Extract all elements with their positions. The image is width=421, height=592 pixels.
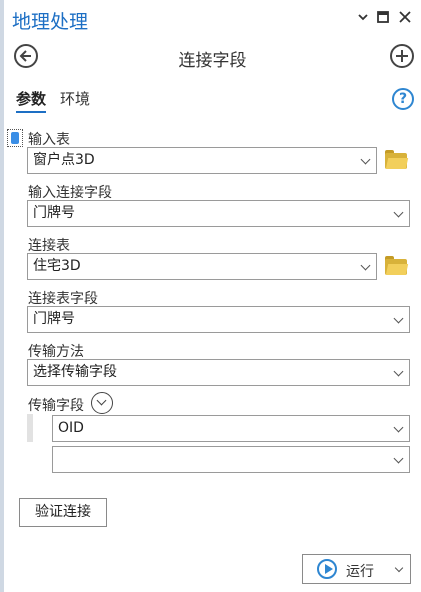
chevron-down-icon[interactable] (354, 10, 372, 28)
join-table-field-label: 连接表字段 (28, 291, 98, 307)
run-label: 运行 (346, 564, 374, 580)
transfer-method-label: 传输方法 (28, 344, 84, 360)
title-bar: 地理处理 (4, 0, 421, 38)
join-table-label: 连接表 (28, 238, 70, 254)
folder-icon[interactable] (385, 150, 409, 169)
input-join-field-dropdown[interactable]: 门牌号 (27, 200, 410, 227)
tab-parameters[interactable]: 参数 (16, 88, 47, 113)
join-table-field-dropdown[interactable]: 门牌号 (27, 306, 410, 333)
pane-title: 地理处理 (12, 11, 89, 33)
input-join-field-value: 门牌号 (33, 205, 75, 221)
chevron-down-icon (360, 154, 371, 165)
chevron-down-icon (393, 313, 404, 324)
tool-nav: 连接字段 (4, 40, 421, 74)
join-table-field-value: 门牌号 (33, 311, 75, 327)
folder-icon[interactable] (385, 256, 409, 275)
transfer-field-row[interactable] (52, 446, 410, 473)
tab-bar: 参数 环境 ? (4, 86, 421, 114)
info-marker-icon (7, 129, 23, 147)
chevron-down-icon[interactable] (394, 563, 404, 573)
chevron-down-icon (393, 366, 404, 377)
tab-environments[interactable]: 环境 (60, 88, 90, 109)
chevron-down-icon (360, 260, 371, 271)
input-table-dropdown[interactable]: 窗户点3D (27, 147, 377, 174)
chevron-down-icon (393, 453, 404, 464)
chevron-down-icon (393, 422, 404, 433)
input-join-field-label: 输入连接字段 (28, 185, 112, 201)
expand-chevron-icon[interactable] (91, 392, 113, 414)
maximize-icon[interactable] (374, 10, 392, 28)
transfer-field-value: OID (58, 420, 84, 436)
validate-join-button[interactable]: 验证连接 (19, 498, 107, 527)
input-table-value: 窗户点3D (33, 152, 95, 168)
transfer-fields-label: 传输字段 (28, 398, 84, 414)
chevron-down-icon (393, 207, 404, 218)
transfer-field-row[interactable]: OID (52, 415, 410, 442)
transfer-method-dropdown[interactable]: 选择传输字段 (27, 359, 410, 386)
run-button[interactable]: 运行 (302, 554, 411, 584)
transfer-fields-indent (27, 414, 33, 442)
join-table-value: 住宅3D (33, 258, 81, 274)
play-icon (317, 559, 337, 579)
close-icon[interactable] (396, 10, 414, 28)
input-table-label: 输入表 (28, 132, 70, 148)
join-table-dropdown[interactable]: 住宅3D (27, 253, 377, 280)
transfer-method-value: 选择传输字段 (33, 364, 117, 380)
help-icon[interactable]: ? (392, 88, 414, 110)
plus-circle-icon[interactable] (390, 44, 414, 68)
tool-title: 连接字段 (178, 51, 247, 71)
